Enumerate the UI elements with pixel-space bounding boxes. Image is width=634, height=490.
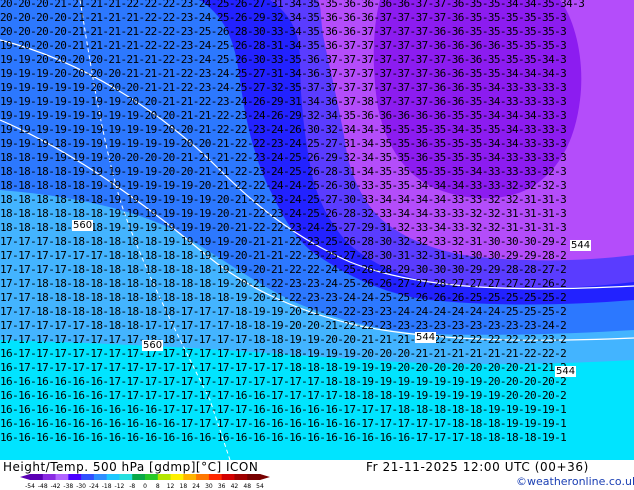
grid-value-row: -19-19-19-20-20-20-20-21-21-21-22-23-24-…: [0, 67, 567, 80]
height-contour-label: 544: [555, 366, 577, 377]
grid-value-row: -17-17-17-17-18-18-18-18-18-18-18-18-19-…: [0, 263, 567, 276]
scale-tick-label: -42: [51, 483, 61, 490]
scale-tick-label: 12: [167, 483, 175, 490]
grid-value-row: -16-17-17-17-17-17-17-17-17-17-17-17-17-…: [0, 347, 567, 360]
grid-value-row: -16-16-16-16-16-16-16-16-16-16-17-17-17-…: [0, 417, 567, 430]
scale-tick-label: 18: [180, 483, 188, 490]
scale-arrow-right: [260, 474, 270, 480]
grid-value-row: -19-19-19-19-19-19-19-19-20-20-21-21-22-…: [0, 109, 567, 122]
scale-tick-label: -8: [129, 483, 135, 490]
grid-value-row: -20-20-20-20-21-21-21-21-22-22-23-25-26-…: [0, 25, 567, 38]
scale-swatch: [234, 474, 248, 480]
height-contour-label: 560: [142, 340, 164, 351]
grid-value-row: -18-18-18-18-18-19-19-19-19-19-19-20-21-…: [0, 179, 567, 192]
scale-swatch: [208, 474, 223, 480]
scale-tick-label: 54: [256, 483, 264, 490]
map-label-layer: -20-20-20-21-21-21-21-22-22-22-23-24-25-…: [0, 0, 634, 460]
grid-value-row: -19-19-19-19-19-19-19-20-20-21-21-22-23-…: [0, 95, 567, 108]
height-contour-label: 544: [415, 332, 437, 343]
grid-value-row: -16-16-16-16-16-16-17-17-17-17-17-17-17-…: [0, 375, 567, 388]
scale-tick-label: -12: [115, 483, 125, 490]
scale-tick-label: 0: [143, 483, 147, 490]
scale-tick-label: -24: [89, 483, 99, 490]
grid-value-row: -17-17-18-18-18-18-18-18-18-18-18-18-19-…: [0, 277, 567, 290]
map-title: Height/Temp. 500 hPa [gdmp][°C] ICON: [3, 460, 259, 474]
height-contour-label: 560: [72, 220, 94, 231]
grid-value-row: -18-18-18-18-19-19-19-19-19-20-20-21-21-…: [0, 165, 567, 178]
scale-tick-label: -54: [25, 483, 35, 490]
scale-swatch: [247, 474, 261, 480]
grid-value-row: -16-16-16-16-16-16-17-17-17-17-17-17-17-…: [0, 389, 567, 402]
grid-value-row: -19-20-20-20-21-21-21-21-22-22-23-24-25-…: [0, 39, 567, 52]
scale-tick-label: -38: [63, 483, 73, 490]
grid-value-row: -18-18-18-18-18-18-19-19-19-19-19-19-20-…: [0, 207, 567, 220]
grid-value-row: -17-17-17-17-17-17-18-18-18-18-18-19-19-…: [0, 249, 567, 262]
scale-swatch: [106, 474, 120, 480]
grid-value-row: -20-20-20-21-21-21-21-22-22-22-23-24-25-…: [0, 0, 585, 10]
scale-tick-label: 30: [205, 483, 213, 490]
scale-tick-label: 48: [243, 483, 251, 490]
grid-value-row: -19-19-19-19-19-19-19-19-19-20-20-21-22-…: [0, 123, 567, 136]
scale-swatch: [132, 474, 146, 480]
scale-tick-label: -30: [76, 483, 86, 490]
grid-value-row: -17-17-17-17-17-17-17-17-18-18-17-17-17-…: [0, 333, 567, 346]
grid-value-row: -17-17-17-17-17-18-18-18-17-17-17-17-17-…: [0, 319, 567, 332]
grid-value-row: -19-19-20-20-20-20-21-21-21-22-23-24-25-…: [0, 53, 567, 66]
grid-value-row: -18-18-19-19-19-19-20-20-20-20-21-21-21-…: [0, 151, 567, 164]
scale-swatch: [221, 474, 235, 480]
scale-tick-label: -48: [38, 483, 48, 490]
credit-link[interactable]: ©weatheronline.co.uk: [516, 475, 634, 488]
grid-value-row: -19-19-19-18-19-19-19-19-19-19-20-20-21-…: [0, 137, 567, 150]
scale-swatch: [55, 474, 69, 480]
grid-value-row: -17-17-18-18-18-18-18-18-18-18-18-18-18-…: [0, 291, 567, 304]
color-scale-bar: -54 -48 -42 -38 -30 -24 -18 -12 -8 0 8 12 18 24 30 36 42…: [20, 474, 270, 490]
scale-swatch: [170, 474, 184, 480]
grid-value-row: -20-20-20-20-21-21-21-21-22-22-23-24-25-…: [0, 11, 567, 24]
scale-tick-label: 8: [156, 483, 160, 490]
scale-swatch: [68, 474, 82, 480]
grid-value-row: -18-18-18-18-18-18-19-19-19-19-19-19-20-…: [0, 193, 567, 206]
grid-value-row: -19-19-19-19-19-20-20-20-21-21-22-23-24-…: [0, 81, 567, 94]
scale-swatch: [93, 474, 108, 480]
scale-tick-label: 36: [218, 483, 226, 490]
scale-swatch: [196, 474, 210, 480]
grid-value-row: -16-16-16-16-16-16-16-16-16-16-16-16-16-…: [0, 431, 567, 444]
grid-value-row: -17-17-17-18-18-18-18-18-18-19-19-19-19-…: [0, 235, 567, 248]
scale-swatch: [145, 474, 159, 480]
grid-value-row: -16-17-17-17-17-17-17-17-17-17-17-17-17-…: [0, 361, 567, 374]
scale-swatch: [119, 474, 133, 480]
scale-tick-label: -18: [102, 483, 112, 490]
scale-tick-label: 24: [192, 483, 200, 490]
scale-swatch: [157, 474, 172, 480]
valid-time: Fr 21-11-2025 12:00 UTC (00+36): [366, 460, 589, 474]
scale-swatch: [42, 474, 57, 480]
scale-swatch: [183, 474, 197, 480]
scale-tick-label: 42: [231, 483, 239, 490]
scale-swatch: [81, 474, 95, 480]
grid-value-row: -16-16-16-16-16-16-16-16-16-17-17-17-17-…: [0, 403, 567, 416]
grid-value-row: -17-17-18-18-18-18-18-18-18-18-17-17-17-…: [0, 305, 567, 318]
scale-swatch: [30, 474, 44, 480]
scale-arrow-left: [20, 474, 30, 480]
height-contour-label: 544: [570, 240, 592, 251]
